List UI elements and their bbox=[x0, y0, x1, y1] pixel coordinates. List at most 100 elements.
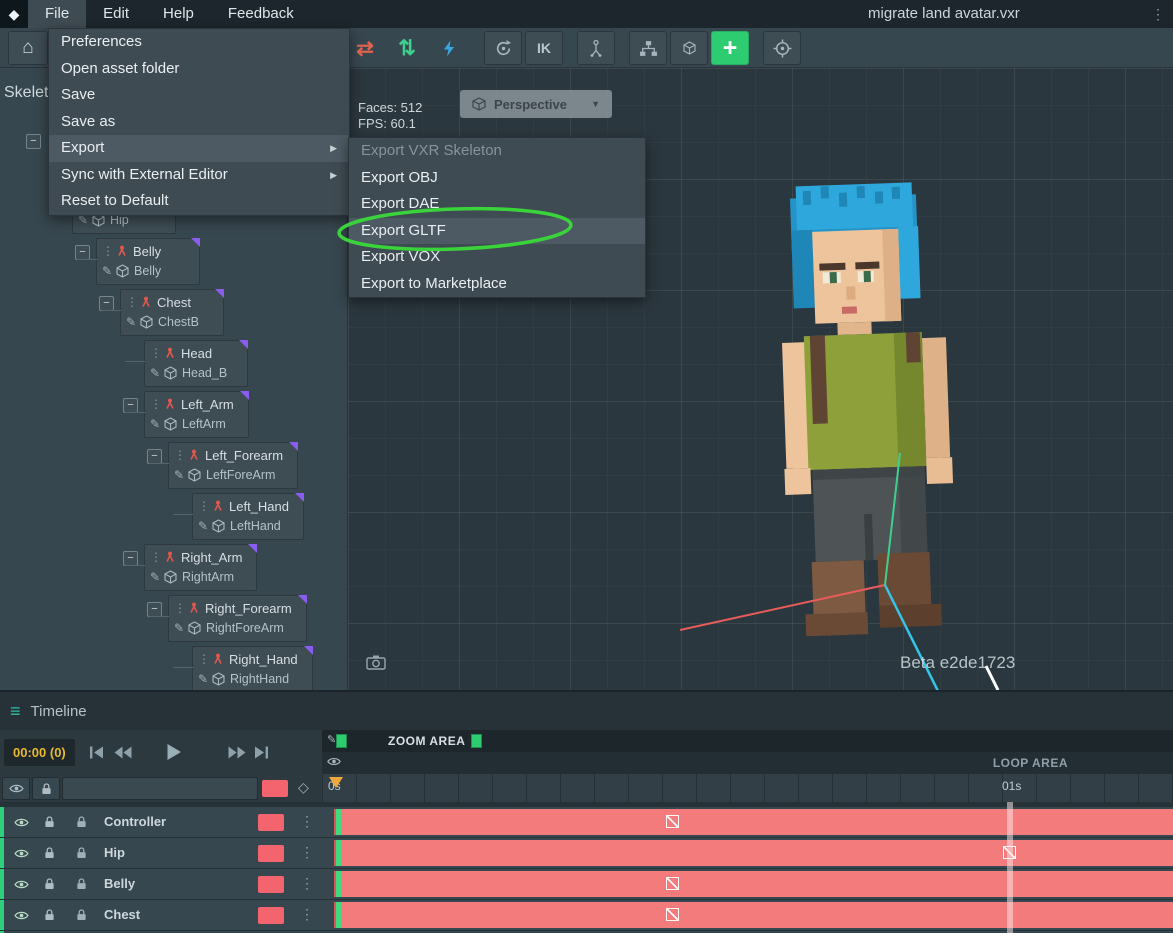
export-menu-item-export-vox[interactable]: Export VOX bbox=[349, 244, 645, 271]
keyframe-marker[interactable] bbox=[666, 815, 679, 828]
collapse-toggle-left_arm[interactable]: − bbox=[123, 398, 138, 413]
ik-icon[interactable]: IK bbox=[525, 31, 563, 65]
track-color-swatch[interactable] bbox=[258, 814, 284, 831]
track-visibility-toggle[interactable] bbox=[8, 873, 34, 895]
edit-mesh-icon[interactable]: ✎ bbox=[102, 264, 111, 278]
hierarchy-icon[interactable] bbox=[629, 31, 667, 65]
skeleton-node-left_forearm[interactable]: ⋮Left_Forearm✎LeftForeArm bbox=[168, 442, 298, 489]
track-lock-toggle[interactable] bbox=[36, 904, 62, 926]
target-icon[interactable] bbox=[763, 31, 801, 65]
file-menu-item-sync-with-external-editor[interactable]: Sync with External Editor▶ bbox=[49, 162, 349, 189]
track-lock-toggle[interactable] bbox=[36, 811, 62, 833]
track-visibility-toggle[interactable] bbox=[8, 842, 34, 864]
keyframe-marker[interactable] bbox=[666, 877, 679, 890]
collapse-toggle-chest[interactable]: − bbox=[99, 296, 114, 311]
export-menu-item-export-gltf[interactable]: Export GLTF bbox=[349, 218, 645, 245]
edit-mesh-icon[interactable]: ✎ bbox=[198, 519, 207, 533]
track-visibility-toggle[interactable] bbox=[8, 904, 34, 926]
track-transform-lock-toggle[interactable] bbox=[68, 873, 94, 895]
file-menu-item-preferences[interactable]: Preferences bbox=[49, 29, 349, 56]
drag-handle-icon[interactable]: ⋮ bbox=[198, 500, 207, 512]
track-visibility-toggle[interactable] bbox=[8, 811, 34, 833]
edit-mesh-icon[interactable]: ✎ bbox=[198, 672, 207, 686]
menubar-item-feedback[interactable]: Feedback bbox=[211, 0, 311, 28]
sort-arrows-icon[interactable]: ⇅ bbox=[388, 31, 426, 65]
drag-handle-icon[interactable]: ⋮ bbox=[126, 296, 135, 308]
track-transform-lock-toggle[interactable] bbox=[68, 842, 94, 864]
track-color-swatch[interactable] bbox=[258, 876, 284, 893]
drag-handle-icon[interactable]: ⋮ bbox=[150, 398, 159, 410]
skeleton-node-left_arm[interactable]: ⋮Left_Arm✎LeftArm bbox=[144, 391, 249, 438]
track-clip-bar[interactable] bbox=[322, 809, 1173, 835]
window-menu-icon[interactable]: ⋮ bbox=[1151, 0, 1165, 28]
track-clip-bar[interactable] bbox=[322, 840, 1173, 866]
menubar-item-help[interactable]: Help bbox=[146, 0, 211, 28]
file-menu-item-reset-to-default[interactable]: Reset to Default bbox=[49, 188, 349, 215]
track-menu-icon[interactable]: ⋮ bbox=[300, 906, 314, 923]
drag-handle-icon[interactable]: ⋮ bbox=[174, 449, 183, 461]
track-clip-bar[interactable] bbox=[322, 871, 1173, 897]
menu-item-label: Export VOX bbox=[361, 244, 440, 271]
track-menu-icon[interactable]: ⋮ bbox=[300, 844, 314, 861]
timeline-track-row: Belly⋮ bbox=[0, 869, 1173, 899]
drag-handle-icon[interactable]: ⋮ bbox=[198, 653, 207, 665]
export-menu-item-export-obj[interactable]: Export OBJ bbox=[349, 165, 645, 192]
skeleton-node-chest[interactable]: ⋮Chest✎ChestB bbox=[120, 289, 224, 336]
mesh-row: ✎Belly bbox=[102, 261, 185, 281]
track-menu-icon[interactable]: ⋮ bbox=[300, 875, 314, 892]
file-menu-item-save[interactable]: Save bbox=[49, 82, 349, 109]
collapse-toggle-right_forearm[interactable]: − bbox=[147, 602, 162, 617]
cube-icon[interactable] bbox=[670, 31, 708, 65]
drag-handle-icon[interactable]: ⋮ bbox=[150, 551, 159, 563]
drag-handle-icon[interactable]: ⋮ bbox=[102, 245, 111, 257]
collapse-toggle-belly[interactable]: − bbox=[75, 245, 90, 260]
file-menu-item-open-asset-folder[interactable]: Open asset folder bbox=[49, 56, 349, 83]
flash-icon[interactable] bbox=[430, 31, 468, 65]
track-color-swatch[interactable] bbox=[258, 907, 284, 924]
track-color-swatch[interactable] bbox=[258, 845, 284, 862]
node-notch bbox=[191, 238, 200, 247]
bone-row: ⋮Right_Hand bbox=[198, 649, 298, 669]
skeleton-node-belly[interactable]: ⋮Belly✎Belly bbox=[96, 238, 200, 285]
document-title: migrate land avatar.vxr bbox=[868, 0, 1020, 28]
menubar-item-edit[interactable]: Edit bbox=[86, 0, 146, 28]
edit-mesh-icon[interactable]: ✎ bbox=[150, 366, 159, 380]
track-clip-bar[interactable] bbox=[322, 902, 1173, 928]
skeleton-node-left_hand[interactable]: ⋮Left_Hand✎LeftHand bbox=[192, 493, 304, 540]
edit-mesh-icon[interactable]: ✎ bbox=[126, 315, 135, 329]
collapse-toggle-right_arm[interactable]: − bbox=[123, 551, 138, 566]
loop-end-marker[interactable] bbox=[1007, 802, 1013, 933]
export-menu-item-export-dae[interactable]: Export DAE bbox=[349, 191, 645, 218]
track-transform-lock-toggle[interactable] bbox=[68, 811, 94, 833]
drag-handle-icon[interactable]: ⋮ bbox=[150, 347, 159, 359]
rotate-icon[interactable] bbox=[484, 31, 522, 65]
edit-mesh-icon[interactable]: ✎ bbox=[174, 621, 183, 635]
drag-handle-icon[interactable]: ⋮ bbox=[174, 602, 183, 614]
skeleton-node-head[interactable]: ⋮Head✎Head_B bbox=[144, 340, 248, 387]
root-collapse-toggle[interactable]: − bbox=[26, 134, 41, 149]
skeleton-node-right_forearm[interactable]: ⋮Right_Forearm✎RightForeArm bbox=[168, 595, 307, 642]
add-icon[interactable]: + bbox=[711, 31, 749, 65]
edit-mesh-icon[interactable]: ✎ bbox=[150, 417, 159, 431]
home-button[interactable]: ⌂ bbox=[8, 31, 48, 65]
menu-item-label: Export DAE bbox=[361, 191, 439, 218]
track-lock-toggle[interactable] bbox=[36, 873, 62, 895]
file-menu-item-export[interactable]: Export▶ bbox=[49, 135, 349, 162]
bone-icon bbox=[188, 602, 200, 614]
track-transform-lock-toggle[interactable] bbox=[68, 904, 94, 926]
edit-mesh-icon[interactable]: ✎ bbox=[174, 468, 183, 482]
collapse-toggle-left_forearm[interactable]: − bbox=[147, 449, 162, 464]
edit-mesh-icon[interactable]: ✎ bbox=[150, 570, 159, 584]
armature-icon[interactable] bbox=[577, 31, 615, 65]
timeline-track-row: Hip⋮ bbox=[0, 838, 1173, 868]
mirror-arrows-icon[interactable]: ⇄ bbox=[346, 31, 384, 65]
skeleton-node-right_arm[interactable]: ⋮Right_Arm✎RightArm bbox=[144, 544, 257, 591]
file-menu-item-save-as[interactable]: Save as bbox=[49, 109, 349, 136]
export-menu-item-export-to-marketplace[interactable]: Export to Marketplace bbox=[349, 271, 645, 298]
track-menu-icon[interactable]: ⋮ bbox=[300, 813, 314, 830]
keyframe-marker[interactable] bbox=[666, 908, 679, 921]
skeleton-node-right_hand[interactable]: ⋮Right_Hand✎RightHand bbox=[192, 646, 313, 690]
menubar-item-file[interactable]: File bbox=[28, 0, 86, 28]
track-lock-toggle[interactable] bbox=[36, 842, 62, 864]
screenshot-camera-icon[interactable] bbox=[366, 654, 386, 670]
